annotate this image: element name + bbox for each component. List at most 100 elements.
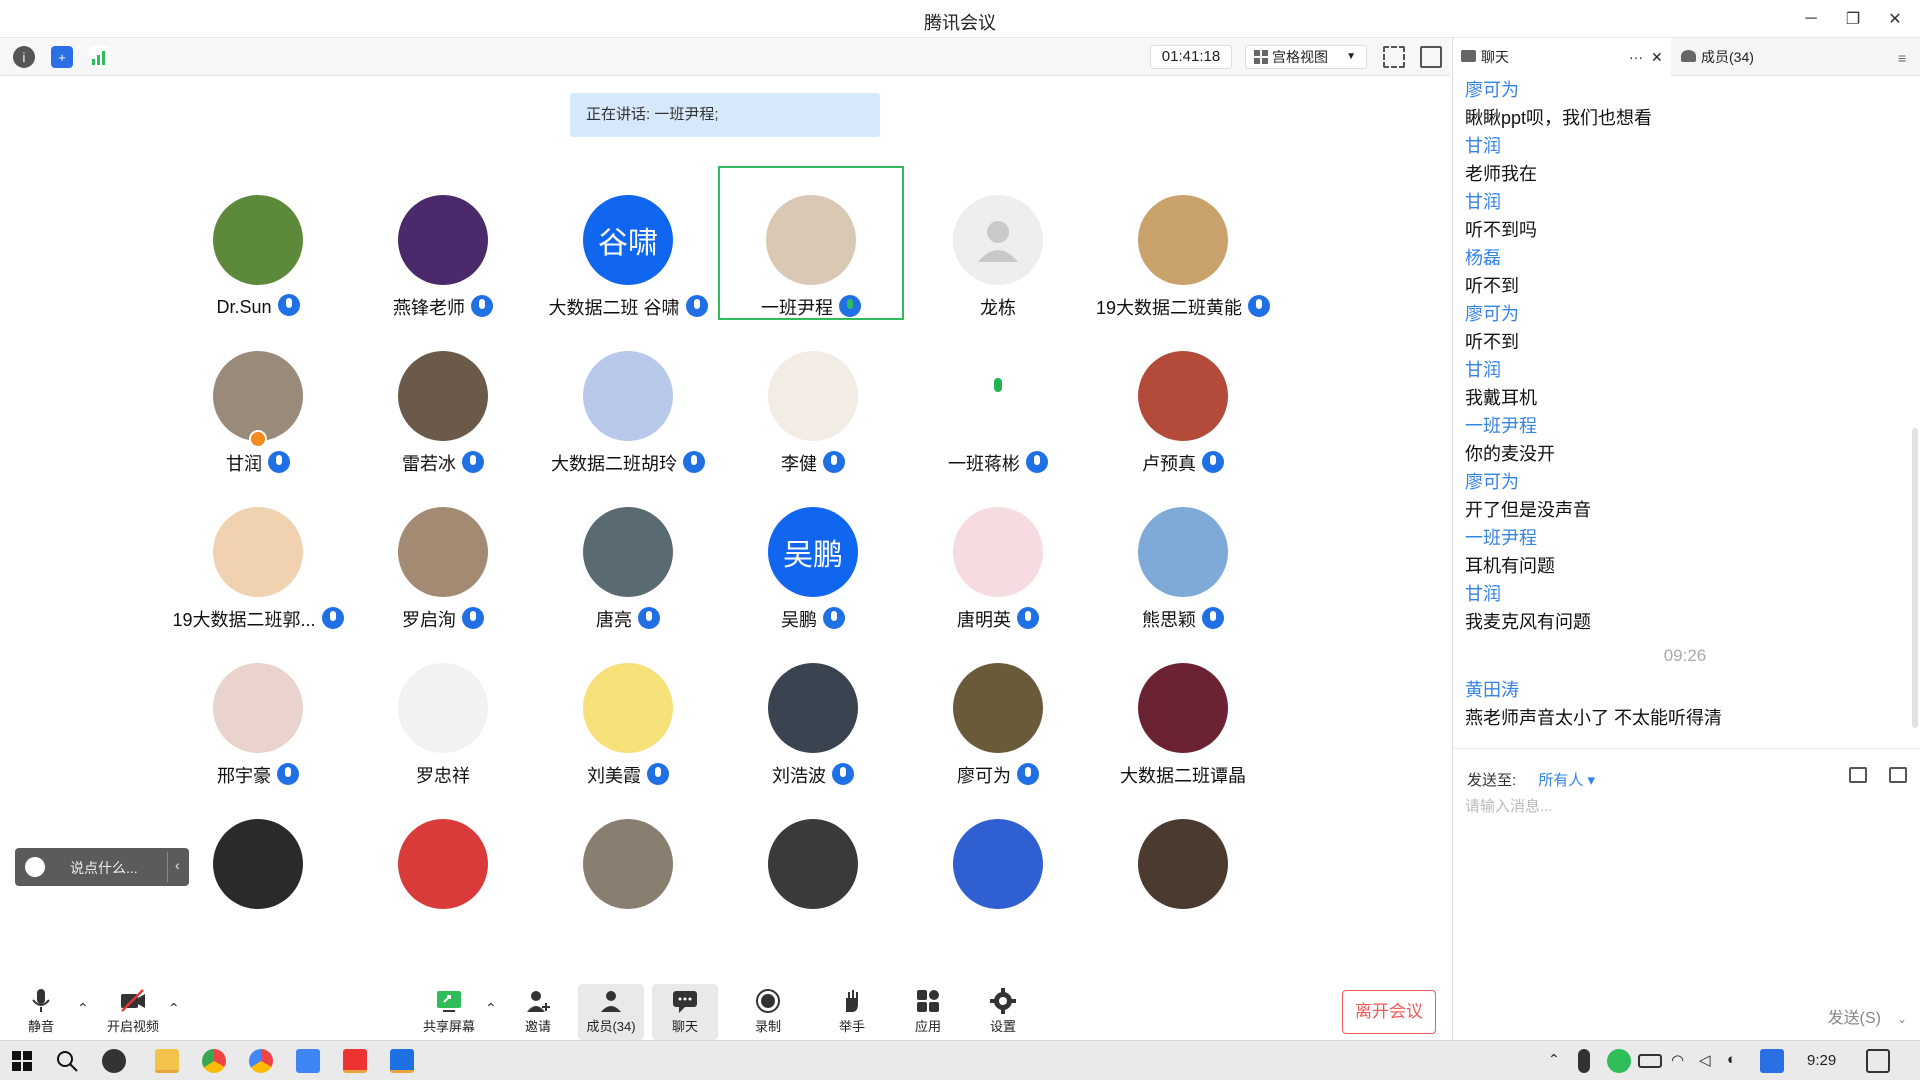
app-tray-icon[interactable] [1607,1049,1631,1073]
participant-name: 罗忠祥 [416,766,470,786]
microphone-icon[interactable] [1578,1049,1590,1073]
chat-button[interactable]: 聊天 [652,984,718,1040]
invite-button[interactable]: 邀请 [505,984,571,1040]
chat-sender-name[interactable]: 黄田涛 [1465,676,1905,704]
chat-sender-name[interactable]: 甘润 [1465,356,1905,384]
send-to-row: 发送至: 所有人 ▾ [1467,769,1595,790]
audio-activity-indicator [994,378,1002,392]
participant-tile[interactable] [535,792,721,946]
fullscreen-icon[interactable] [1383,46,1405,68]
file-explorer-icon[interactable] [155,1049,179,1073]
chevron-up-icon[interactable]: ⌃ [485,1000,497,1017]
avatar: 谷啸 [583,195,673,285]
participant-name: 唐明英 [957,610,1011,630]
image-icon[interactable] [1889,767,1907,783]
chat-sender-name[interactable]: 廖可为 [1465,76,1905,104]
chat-input[interactable]: 请输入消息... [1465,795,1553,816]
chevron-up-icon[interactable]: ⌃ [168,1000,180,1017]
participant-tile[interactable]: 19大数据二班黄能 [1090,168,1276,322]
participant-tile[interactable] [350,792,536,946]
settings-button[interactable]: 设置 [970,984,1036,1040]
chevron-up-icon[interactable]: ⌃ [1548,1051,1560,1068]
chevron-left-icon[interactable]: ‹ [175,857,180,873]
participant-tile[interactable]: 卢预真 [1090,324,1276,478]
folder-icon[interactable] [1849,767,1867,783]
avatar [398,819,488,909]
sidebar-toggle-icon[interactable] [1420,46,1442,68]
chevron-down-icon[interactable]: ⌄ [1897,1012,1907,1026]
participant-tile[interactable]: 大数据二班谭晶 [1090,636,1276,790]
close-window-button[interactable]: ✕ [1878,6,1912,32]
participant-tile[interactable] [720,792,906,946]
search-icon[interactable] [55,1049,79,1073]
view-mode-dropdown[interactable]: 宫格视图 ▼ [1245,45,1367,69]
tab-members[interactable]: 成员(34) [1673,38,1893,76]
microphone-status-icon [823,607,845,629]
chat-icon [1461,50,1476,62]
info-icon[interactable]: i [13,46,35,68]
record-button[interactable]: 录制 [735,984,801,1040]
send-to-dropdown[interactable]: 所有人 ▾ [1538,772,1595,789]
start-video-button[interactable]: 开启视频 [98,984,168,1040]
send-button[interactable]: 发送(S) [1828,1004,1881,1028]
share-screen-button[interactable]: 共享屏幕 [416,984,482,1040]
restore-button[interactable]: ❐ [1836,6,1870,32]
apps-button[interactable]: 应用 [895,984,961,1040]
chrome-icon[interactable] [202,1049,226,1073]
avatar [583,663,673,753]
volume-icon[interactable]: ◁ [1699,1051,1711,1069]
chat-sender-name[interactable]: 杨磊 [1465,244,1905,272]
participant-tile[interactable] [165,792,351,946]
chat-scrollbar[interactable] [1912,428,1918,728]
avatar [1138,195,1228,285]
more-icon[interactable]: ··· [1629,38,1643,76]
app-icon[interactable] [102,1049,126,1073]
leave-meeting-button[interactable]: 离开会议 [1342,990,1436,1034]
chat-input-area: 发送至: 所有人 ▾ 请输入消息... 发送(S) ⌄ [1453,748,1920,1040]
browser-icon[interactable] [249,1049,273,1073]
notification-icon[interactable] [1866,1049,1890,1073]
emoji-icon[interactable] [25,857,45,877]
avatar [768,819,858,909]
members-button[interactable]: 成员(34) [578,984,644,1040]
wifi-icon[interactable]: ◠ [1671,1051,1684,1069]
apps-label: 应用 [914,1019,941,1034]
chat-sender-name[interactable]: 甘润 [1465,580,1905,608]
shield-icon[interactable]: + [51,46,73,68]
avatar [583,351,673,441]
chat-sender-name[interactable]: 廖可为 [1465,300,1905,328]
chat-sender-name[interactable]: 廖可为 [1465,468,1905,496]
apps-icon [917,990,939,1012]
chat-message-text: 燕老师声音太小了 不太能听得清 [1465,708,1722,728]
avatar [953,195,1043,285]
participant-tile[interactable] [1090,792,1276,946]
mute-button[interactable]: 静音 [8,984,74,1040]
tab-chat[interactable]: 聊天 ··· ✕ [1453,38,1671,76]
chevron-up-icon[interactable]: ⌃ [77,1000,89,1017]
wps-icon[interactable] [343,1049,367,1073]
raise-hand-button[interactable]: 举手 [819,984,885,1040]
menu-icon[interactable]: ≡ [1898,50,1906,66]
avatar [213,819,303,909]
chat-sender-name[interactable]: 一班尹程 [1465,412,1905,440]
chat-icon [673,991,697,1013]
windows-start-icon[interactable] [10,1049,34,1073]
input-method-icon[interactable]: ◐ [1727,1051,1736,1068]
chat-sender-name[interactable]: 一班尹程 [1465,524,1905,552]
reaction-bar[interactable]: 说点什么... ‹ [15,848,189,886]
reaction-input[interactable]: 说点什么... [70,858,138,878]
minimize-button[interactable]: ─ [1794,6,1828,32]
taskbar-clock[interactable]: 9:29 [1807,1052,1836,1069]
participant-name: 雷若冰 [402,454,456,474]
tencent-meeting-icon[interactable] [390,1049,414,1073]
baidu-icon[interactable] [1760,1049,1784,1073]
participant-tile[interactable]: 熊思颖 [1090,480,1276,634]
chat-sender-name[interactable]: 甘润 [1465,188,1905,216]
close-icon[interactable]: ✕ [1651,38,1663,76]
participant-name-row: 19大数据二班黄能 [1050,294,1316,320]
app-icon[interactable] [296,1049,320,1073]
chat-sender-name[interactable]: 甘润 [1465,132,1905,160]
participant-tile[interactable] [905,792,1091,946]
signal-icon[interactable] [89,46,111,68]
battery-icon[interactable] [1638,1054,1662,1068]
